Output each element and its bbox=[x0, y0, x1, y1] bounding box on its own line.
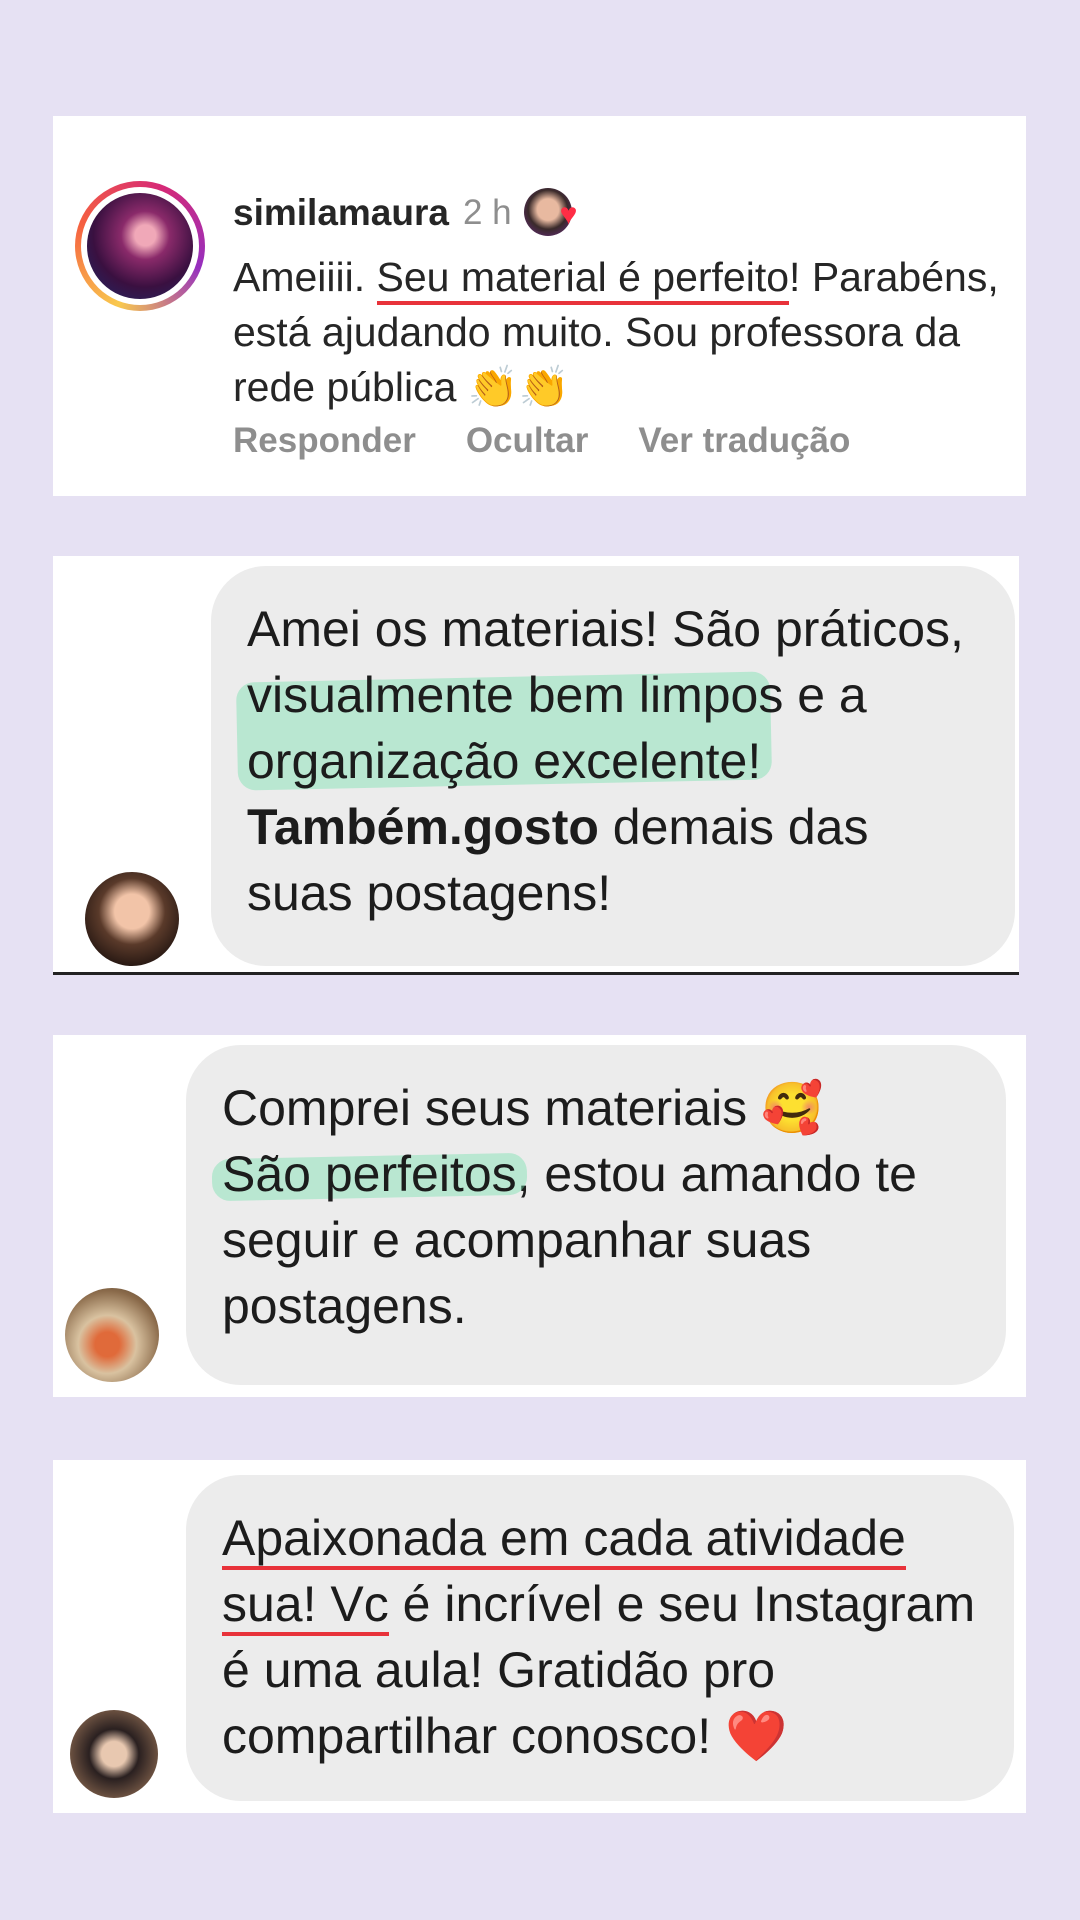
story-ring[interactable] bbox=[75, 181, 205, 311]
highlighted-text: São perfeitos bbox=[222, 1146, 517, 1202]
message-bubble: Apaixonada em cada atividade sua! Vc é i… bbox=[186, 1475, 1014, 1801]
avatar[interactable] bbox=[65, 1288, 159, 1382]
avatar bbox=[87, 193, 193, 299]
reply-button[interactable]: Responder bbox=[233, 421, 416, 461]
message-bubble: Amei os materiais! São práticos, visualm… bbox=[211, 566, 1015, 966]
highlighted-text: visualmente bem limpos e a organização e… bbox=[247, 667, 867, 789]
comment-text: Ameiiii. Seu material é perfeito! Parabé… bbox=[233, 250, 1013, 415]
message-card: Amei os materiais! São práticos, visualm… bbox=[53, 556, 1019, 975]
message-text: Amei os materiais! São práticos, bbox=[247, 601, 964, 657]
clapping-hands-icon: 👏👏 bbox=[467, 363, 570, 411]
message-card: Apaixonada em cada atividade sua! Vc é i… bbox=[53, 1460, 1026, 1813]
message-text: Comprei seus materiais bbox=[222, 1080, 748, 1136]
red-heart-icon: ❤️ bbox=[725, 1707, 788, 1765]
avatar-frame bbox=[81, 187, 199, 305]
comment-header: similamaura 2 h ♥ bbox=[233, 188, 584, 238]
username[interactable]: similamaura bbox=[233, 192, 449, 234]
see-translation-button[interactable]: Ver tradução bbox=[638, 421, 850, 461]
comment-actions: Responder Ocultar Ver tradução bbox=[233, 421, 850, 461]
message-bubble: Comprei seus materiais 🥰 São perfeitos, e… bbox=[186, 1045, 1006, 1385]
comment-card: similamaura 2 h ♥ Ameiiii. Seu material … bbox=[53, 116, 1026, 496]
comment-underlined-text: Seu material é perfeito bbox=[376, 253, 790, 305]
avatar[interactable] bbox=[85, 872, 179, 966]
bold-text: Também.gosto bbox=[247, 799, 599, 855]
comment-text-start: Ameiiii. bbox=[233, 254, 377, 300]
hide-button[interactable]: Ocultar bbox=[466, 421, 589, 461]
message-card: Comprei seus materiais 🥰 São perfeitos, e… bbox=[53, 1035, 1026, 1397]
comment-time: 2 h bbox=[462, 193, 512, 232]
author-liked-badge: ♥ bbox=[523, 188, 584, 238]
smiling-hearts-icon: 🥰 bbox=[761, 1079, 824, 1137]
avatar[interactable] bbox=[70, 1710, 158, 1798]
heart-icon: ♥ bbox=[559, 198, 578, 231]
